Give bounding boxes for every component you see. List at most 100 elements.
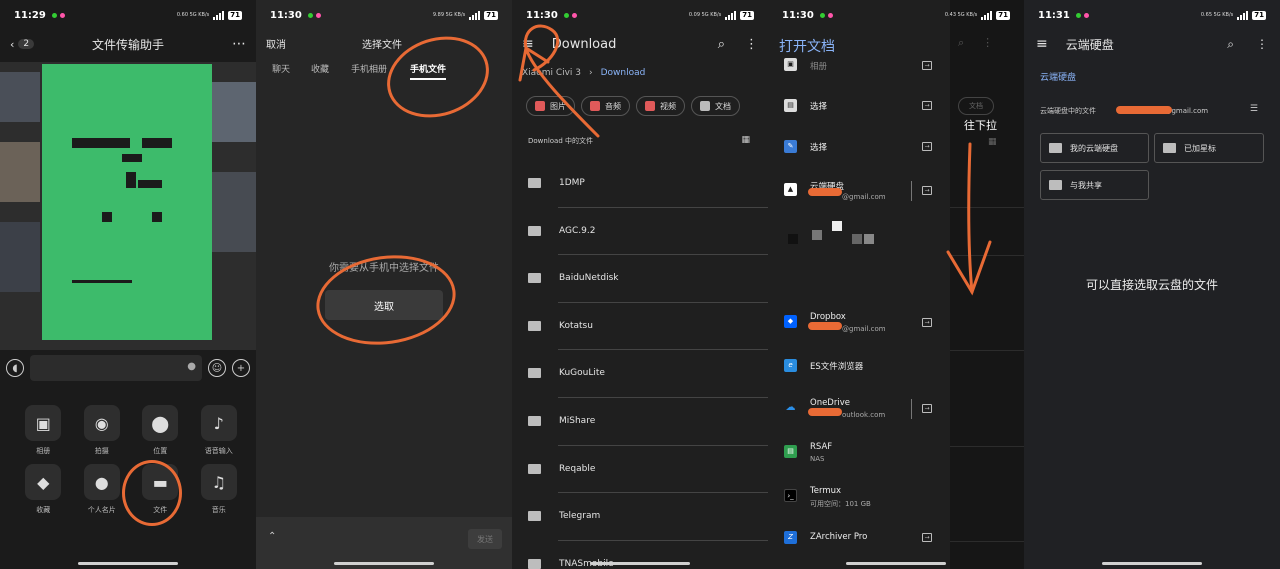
menu-icon[interactable]: ≡	[1036, 36, 1048, 52]
provider-termux[interactable]: ›_ Termux 可用空间：101 GB	[768, 484, 950, 510]
status-time: 11:31	[1038, 9, 1070, 21]
folder-starred[interactable]: 已加星标	[1154, 133, 1264, 163]
list-item[interactable]: Kotatsu	[512, 303, 768, 351]
attach-favorites[interactable]: ◆ 收藏	[14, 464, 73, 515]
provider-item[interactable]: ✎ 选择 →	[768, 139, 950, 155]
provider-item[interactable]: ▤ 选择 →	[768, 98, 950, 114]
open-external-icon[interactable]: →	[922, 61, 932, 70]
plus-icon[interactable]: +	[232, 359, 250, 377]
annotation-text: 可以直接选取云盘的文件	[1085, 278, 1218, 292]
folder-icon	[1163, 143, 1176, 153]
open-external-icon[interactable]: →	[922, 404, 932, 413]
dropbox-icon: ◆	[784, 315, 797, 328]
chip-docs[interactable]: 文档	[691, 96, 740, 116]
status-network: 0.65 5G KB/s	[1200, 11, 1234, 18]
es-file-explorer-icon: e	[784, 359, 797, 372]
status-network: 9.89 5G KB/s	[432, 11, 466, 18]
redaction-mark	[1116, 106, 1172, 114]
back-button[interactable]: ‹ 2	[10, 38, 35, 51]
open-external-icon[interactable]: →	[922, 101, 932, 110]
open-external-icon[interactable]: →	[922, 142, 932, 151]
emoji-icon[interactable]: ☺	[208, 359, 226, 377]
chevron-up-icon[interactable]: ⌃	[268, 531, 276, 542]
status-time: 11:30	[526, 9, 558, 21]
open-external-icon[interactable]: →	[922, 533, 932, 542]
menu-icon[interactable]: ≡	[522, 36, 534, 52]
voice-toggle-icon[interactable]: ◖	[6, 359, 24, 377]
signal-icon	[725, 10, 737, 20]
message-input[interactable]: ●	[30, 355, 202, 381]
filter-chips: 图片 音频 视频 文档	[526, 96, 740, 116]
provider-rsaf[interactable]: ▤ RSAF NAS	[768, 440, 950, 466]
search-icon[interactable]: ⌕	[718, 37, 725, 52]
app-icon: ▤	[784, 99, 797, 112]
favorites-icon: ◆	[25, 464, 62, 500]
breadcrumb-root[interactable]: Xiaomi Civi 3	[522, 68, 581, 78]
grid-view-icon: ▦	[988, 137, 997, 147]
list-item[interactable]: KuGouLite	[512, 350, 768, 398]
signal-icon	[1237, 10, 1249, 20]
list-item[interactable]: 1DMP	[512, 160, 768, 208]
redaction-mark	[808, 322, 842, 330]
search-icon[interactable]: ⌕	[1227, 37, 1234, 52]
pixelated-green-image	[42, 64, 212, 340]
attach-voice-input[interactable]: ♪ 语音输入	[190, 405, 249, 456]
chip-images[interactable]: 图片	[526, 96, 575, 116]
attach-music[interactable]: ♫ 音乐	[190, 464, 249, 515]
breadcrumb-current[interactable]: Download	[601, 68, 646, 78]
tab-phone-album[interactable]: 手机相册	[351, 62, 387, 75]
provider-google-drive[interactable]: ▲ 云端硬盘 @gmail.com →	[768, 178, 950, 204]
file-list: 1DMP AGC.9.2 BaiduNetdisk Kotatsu KuGouL…	[512, 160, 768, 569]
chip-audio[interactable]: 音频	[581, 96, 630, 116]
open-external-icon[interactable]: →	[922, 186, 932, 195]
list-item[interactable]: Telegram	[512, 493, 768, 541]
picker-title: 选择文件	[362, 40, 402, 51]
document-icon	[700, 101, 710, 111]
more-vert-icon[interactable]: ⋮	[1256, 37, 1268, 52]
attach-location[interactable]: ⬤ 位置	[131, 405, 190, 456]
list-item[interactable]: AGC.9.2	[512, 208, 768, 256]
battery-icon: 71	[228, 10, 242, 20]
breadcrumb-separator: ›	[589, 68, 593, 78]
microphone-icon[interactable]: ●	[187, 361, 196, 372]
breadcrumb[interactable]: 云端硬盘	[1040, 70, 1076, 83]
tab-favorites[interactable]: 收藏	[311, 62, 329, 75]
cancel-button[interactable]: 取消	[266, 36, 286, 51]
onedrive-icon: ☁	[784, 401, 797, 414]
image-icon	[535, 101, 545, 111]
background-chip: 文档	[958, 97, 994, 115]
more-options-icon[interactable]: ⋯	[232, 36, 246, 52]
provider-es-file-explorer[interactable]: e ES文件浏览器	[768, 358, 950, 374]
list-view-icon[interactable]: ☰	[1250, 104, 1258, 114]
tab-chat[interactable]: 聊天	[272, 62, 290, 75]
status-bar: 11:31 0.65 5G KB/s 71	[1024, 0, 1280, 30]
status-network: 0.60 5G KB/s	[176, 11, 210, 18]
folder-my-drive[interactable]: 我的云端硬盘	[1040, 133, 1149, 163]
more-vert-icon: ⋮	[982, 36, 994, 49]
folder-icon	[1049, 180, 1062, 190]
provider-dropbox[interactable]: ◆ Dropbox @gmail.com →	[768, 310, 950, 336]
voice-input-icon: ♪	[200, 405, 237, 441]
provider-zarchiver[interactable]: Z ZArchiver Pro →	[768, 530, 950, 546]
termux-icon: ›_	[784, 489, 797, 502]
open-external-icon[interactable]: →	[922, 318, 932, 327]
folder-shared-with-me[interactable]: 与我共享	[1040, 170, 1149, 200]
list-item[interactable]: MiShare	[512, 398, 768, 446]
unread-count-badge: 2	[18, 39, 35, 49]
chat-title: 文件传输助手	[91, 37, 164, 52]
chip-video[interactable]: 视频	[636, 96, 685, 116]
status-network: 0.09 5G KB/s	[688, 11, 722, 18]
chat-header: ‹ 2 文件传输助手 ⋯	[0, 32, 256, 56]
send-button[interactable]: 发送	[468, 529, 502, 549]
attach-photo[interactable]: ▣ 相册	[14, 405, 73, 456]
grid-view-icon[interactable]: ▦	[741, 135, 750, 145]
chat-image-message[interactable]	[0, 62, 256, 350]
provider-onedrive[interactable]: ☁ OneDrive outlook.com →	[768, 396, 950, 422]
list-item[interactable]: BaiduNetdisk	[512, 255, 768, 303]
list-item[interactable]: Reqable	[512, 446, 768, 494]
battery-icon: 71	[996, 10, 1010, 20]
provider-item[interactable]: ▣ 相册 →	[768, 58, 950, 72]
home-indicator	[846, 562, 946, 565]
attach-camera[interactable]: ◉ 拍摄	[73, 405, 132, 456]
more-vert-icon[interactable]: ⋮	[745, 37, 758, 52]
